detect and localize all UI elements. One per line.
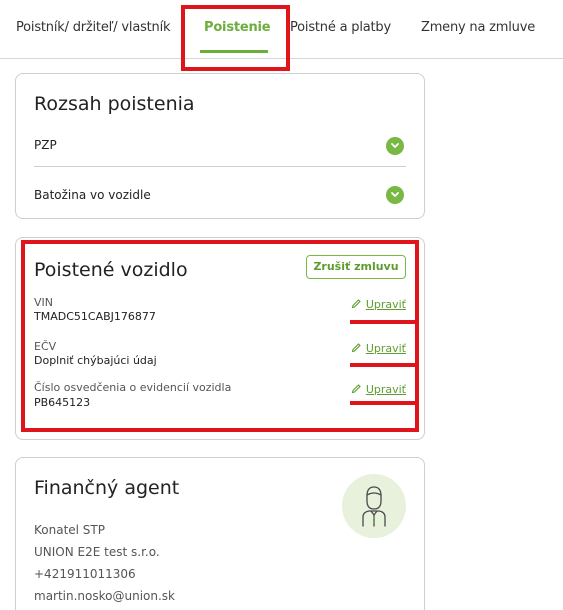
coverage-item-baggage: Batožina vo vozidle: [34, 188, 151, 202]
tab-contract-changes[interactable]: Zmeny na zmluve: [421, 20, 535, 35]
coverage-card: Rozsah poistenia PZP Batožina vo vozidle: [15, 73, 425, 219]
agent-role: Konatel STP: [34, 523, 105, 537]
agent-avatar-icon: [342, 474, 406, 538]
chevron-down-icon[interactable]: [386, 137, 404, 155]
coverage-title: Rozsah poistenia: [34, 93, 195, 115]
tab-premium-payments[interactable]: Poistné a platby: [290, 20, 391, 35]
agent-card: Finančný agent Konatel STP UNION E2E tes…: [15, 457, 425, 610]
agent-title: Finančný agent: [34, 477, 180, 499]
coverage-item-pzp: PZP: [34, 138, 57, 152]
annotation-line: [350, 363, 419, 367]
page: Poistník/ držiteľ/ vlastník Poistenie Po…: [0, 0, 563, 610]
agent-email: martin.nosko@union.sk: [34, 589, 176, 603]
annotation-line: [350, 401, 419, 405]
chevron-down-icon[interactable]: [386, 186, 404, 204]
annotation-highlight-tab: [181, 5, 290, 71]
annotation-line: [350, 320, 419, 324]
divider: [34, 166, 406, 167]
agent-company: UNION E2E test s.r.o.: [34, 545, 160, 559]
tab-policyholder[interactable]: Poistník/ držiteľ/ vlastník: [16, 20, 171, 35]
agent-phone: +421911011306: [34, 567, 136, 581]
